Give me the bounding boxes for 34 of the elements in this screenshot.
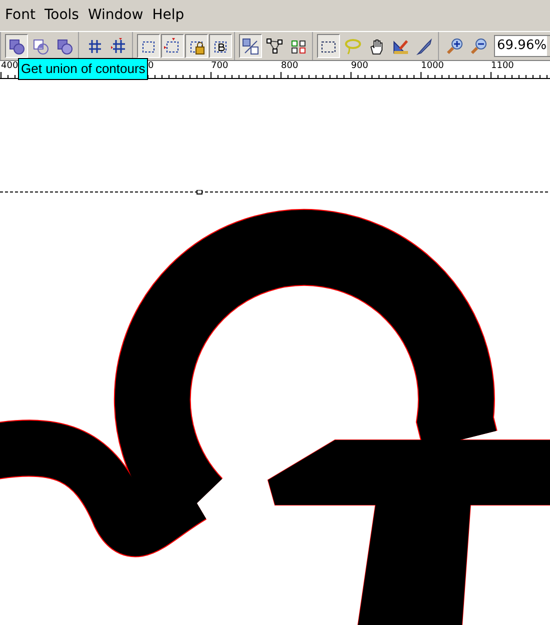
ruler-label: 1100 bbox=[491, 61, 514, 72]
menu-item[interactable]: Tools bbox=[42, 5, 81, 26]
toolbar-button[interactable] bbox=[185, 34, 208, 58]
swap-squares-icon bbox=[290, 38, 307, 54]
toolbar-button[interactable] bbox=[317, 34, 340, 58]
grid-icon bbox=[110, 38, 127, 54]
toolbar-button[interactable] bbox=[137, 34, 160, 58]
overlapping-shapes-icon bbox=[8, 38, 25, 54]
lasso-icon bbox=[344, 38, 361, 54]
ruler-label: 400 bbox=[1, 61, 18, 72]
ruler-label: 800 bbox=[281, 61, 298, 72]
menu-item[interactable]: Font bbox=[3, 5, 38, 26]
dotted-rectangle-icon bbox=[164, 38, 181, 54]
toolbar-button[interactable] bbox=[239, 34, 262, 58]
knife-icon bbox=[416, 38, 433, 54]
tooltip: Get union of contours bbox=[18, 58, 148, 80]
toolbar-button[interactable] bbox=[209, 34, 232, 58]
overlapping-shapes-icon bbox=[56, 38, 73, 54]
hand-icon bbox=[368, 38, 385, 54]
menu-item[interactable]: Help bbox=[150, 5, 186, 26]
ruler-label: 1000 bbox=[421, 61, 444, 72]
zoom-out-icon bbox=[470, 38, 487, 54]
nodes-icon bbox=[266, 38, 283, 54]
squares-diagonal-icon bbox=[242, 38, 259, 54]
toolbar-button[interactable] bbox=[161, 34, 184, 58]
zoom-in-icon bbox=[446, 38, 463, 54]
toolbar-button[interactable] bbox=[5, 34, 28, 58]
ruler-pencil-icon bbox=[392, 38, 409, 54]
grid-icon bbox=[86, 38, 103, 54]
ruler-label: 0 bbox=[148, 61, 154, 72]
ruler-label: 700 bbox=[211, 61, 228, 72]
overlapping-shapes-icon bbox=[32, 38, 49, 54]
ruler-label: 900 bbox=[351, 61, 368, 72]
menu-item[interactable]: Window bbox=[86, 5, 146, 26]
